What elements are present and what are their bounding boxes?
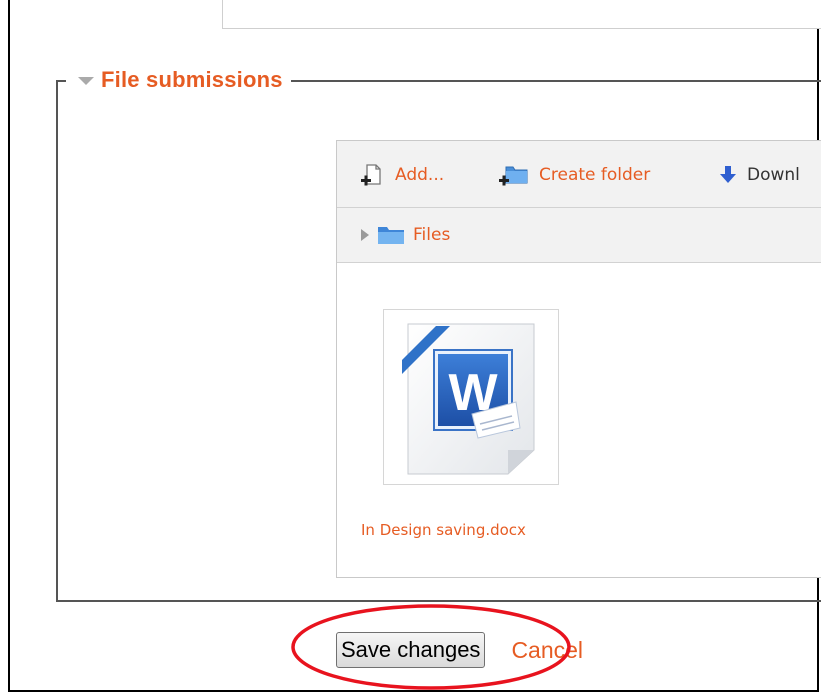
word-document-icon: W (402, 323, 535, 475)
form-buttons: Save changes Cancel (336, 631, 583, 669)
add-file-button[interactable]: Add... (359, 141, 444, 208)
create-folder-icon (499, 166, 528, 185)
collapse-caret-icon[interactable] (78, 77, 94, 85)
expand-caret-icon[interactable] (361, 229, 369, 241)
save-changes-button[interactable]: Save changes (336, 632, 486, 668)
download-arrow-icon (720, 165, 736, 183)
cancel-link[interactable]: Cancel (511, 637, 583, 664)
download-label: Downl (747, 164, 800, 185)
create-folder-button[interactable]: Create folder (497, 141, 650, 208)
add-file-label: Add... (395, 164, 445, 185)
folder-path-bar: Files (337, 208, 821, 263)
create-folder-label: Create folder (539, 164, 651, 185)
file-manager: Add... Create folder Downl Files W In De… (336, 140, 821, 578)
fieldset-legend[interactable]: File submissions (66, 66, 291, 94)
previous-section-box (222, 0, 821, 29)
add-file-icon (361, 163, 381, 185)
file-thumbnail[interactable]: W (383, 309, 559, 485)
folder-icon (378, 227, 404, 244)
fieldset-title: File submissions (101, 67, 283, 92)
folder-path-label[interactable]: Files (413, 225, 450, 245)
download-button[interactable]: Downl (719, 141, 800, 208)
file-manager-toolbar: Add... Create folder Downl (337, 141, 821, 208)
file-name-label[interactable]: In Design saving.docx (361, 521, 526, 539)
